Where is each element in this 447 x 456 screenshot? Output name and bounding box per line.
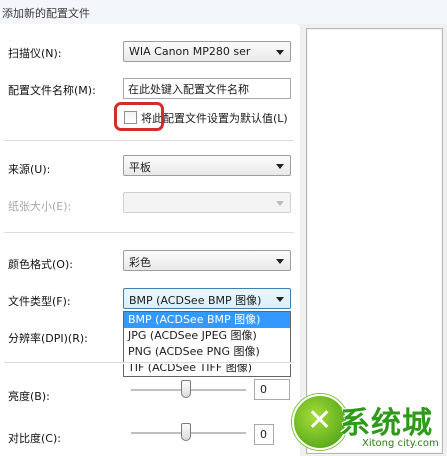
brightness-label: 亮度(B):	[8, 390, 50, 403]
scanner-select[interactable]: WIA Canon MP280 ser	[123, 41, 291, 62]
window-title: 添加新的配置文件	[2, 7, 90, 20]
color-format-select[interactable]: 彩色	[123, 250, 291, 271]
resolution-label: 分辨率(DPI)(R):	[8, 332, 88, 345]
file-type-label: 文件类型(F):	[8, 295, 71, 308]
scanner-label: 扫描仪(N):	[8, 47, 62, 60]
file-type-dropdown-list: BMP (ACDSee BMP 图像) JPG (ACDSee JPEG 图像)…	[123, 311, 291, 377]
scanner-value: WIA Canon MP280 ser	[129, 45, 251, 58]
chevron-down-icon	[276, 50, 284, 55]
color-format-value: 彩色	[129, 256, 151, 269]
file-type-option[interactable]: PNG (ACDSee PNG 图像)	[124, 344, 290, 360]
contrast-value-field[interactable]: 0	[254, 424, 274, 445]
title-bar: 添加新的配置文件	[0, 0, 447, 25]
file-type-option[interactable]: JPG (ACDSee JPEG 图像)	[124, 328, 290, 344]
watermark-brand: 系统城	[340, 406, 433, 441]
paper-size-select[interactable]	[123, 192, 291, 213]
section-divider	[4, 362, 294, 364]
section-divider	[4, 140, 294, 142]
contrast-slider-thumb[interactable]	[181, 423, 191, 441]
chevron-down-icon	[276, 164, 284, 169]
source-label: 来源(U):	[8, 163, 51, 176]
source-value: 平板	[129, 161, 151, 174]
red-highlight-annotation	[114, 102, 164, 131]
preview-area	[306, 28, 443, 454]
chevron-down-icon	[276, 259, 284, 264]
section-divider	[4, 232, 294, 234]
x-mark-icon: ✕	[307, 403, 333, 438]
profile-name-label: 配置文件名称(M):	[8, 84, 96, 97]
chevron-down-icon	[276, 297, 284, 302]
file-type-value: BMP (ACDSee BMP 图像)	[129, 294, 262, 307]
file-type-option[interactable]: BMP (ACDSee BMP 图像)	[124, 312, 290, 328]
contrast-label: 对比度(C):	[8, 432, 61, 445]
file-type-select[interactable]: BMP (ACDSee BMP 图像)	[123, 288, 291, 309]
paper-size-label: 纸张大小(E):	[8, 200, 72, 213]
profile-name-field[interactable]	[123, 78, 292, 99]
watermark-url: Xitong city.com	[362, 438, 439, 449]
brightness-slider-thumb[interactable]	[181, 380, 191, 398]
profile-name-input[interactable]	[124, 79, 292, 98]
source-select[interactable]: 平板	[123, 155, 291, 176]
brightness-value-field[interactable]: 0	[254, 379, 290, 400]
chevron-down-icon	[276, 201, 284, 206]
color-format-label: 颜色格式(O):	[8, 258, 73, 271]
watermark: ✕ 系统城 Xitong city.com	[292, 394, 447, 456]
